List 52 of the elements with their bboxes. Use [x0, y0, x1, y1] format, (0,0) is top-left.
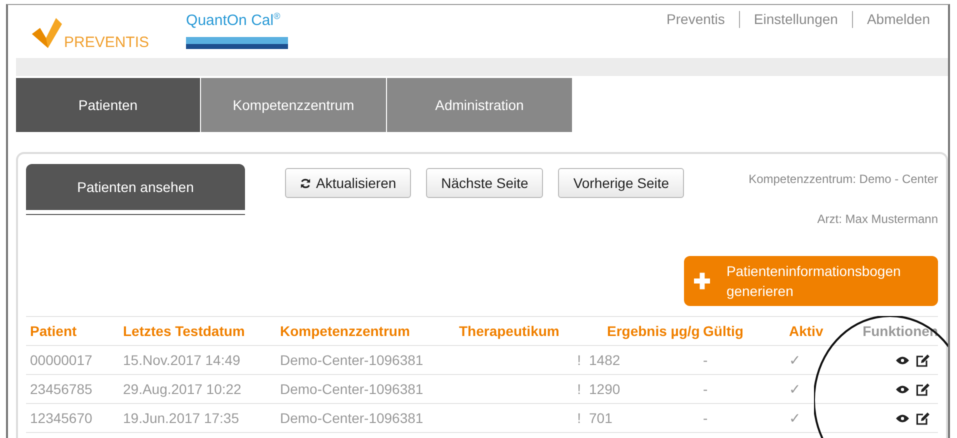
edit-icon[interactable] [916, 412, 930, 424]
refresh-button[interactable]: Aktualisieren [285, 168, 412, 198]
product-name: QuantOn Cal$^{®}$ [186, 11, 282, 29]
column-header: Letztes Testdatum [123, 323, 246, 339]
table-cell-text: 23456785 [30, 381, 94, 397]
page-button[interactable]: Nächste Seite [426, 168, 544, 198]
top-link[interactable]: Einstellungen [740, 11, 852, 27]
table-cell-text: ✓ [789, 410, 802, 426]
warning-mark: ! [577, 381, 581, 397]
view-eye-icon[interactable] [896, 414, 909, 422]
view-eye-icon[interactable] [896, 356, 909, 364]
table-cell-text: ✓ [789, 352, 802, 368]
table-cell-text: Demo-Center-1096381 [280, 410, 424, 426]
column-header: Therapeutikum [459, 323, 560, 339]
column-header: Gültig [703, 323, 744, 339]
nav-tab[interactable]: Administration [387, 78, 572, 132]
page-button[interactable]: Vorherige Seite [558, 168, 684, 198]
column-header: Ergebnis µg/g [606, 323, 701, 339]
table-cell-text: - [703, 410, 709, 426]
top-link[interactable]: Abmelden [852, 11, 944, 27]
warning-mark: ! [577, 352, 581, 368]
generate-button[interactable]: Patienteninformationsbogen generieren [684, 256, 938, 306]
table-cell-text: 12345670 [30, 410, 94, 426]
brand-name: PREVENTIS [64, 34, 150, 51]
view-eye-icon[interactable] [896, 384, 909, 394]
sub-tab[interactable]: Patienten ansehen [26, 164, 245, 210]
edit-icon[interactable] [916, 382, 930, 396]
table-cell-text: 29.Aug.2017 10:22 [123, 381, 242, 397]
top-link[interactable]: Preventis [652, 11, 739, 27]
table-cell-text: 1290 [589, 381, 622, 397]
refresh-icon [300, 178, 311, 188]
table-cell-text: - [703, 352, 709, 368]
edit-icon[interactable] [916, 354, 930, 366]
table-cell-text: 15.Nov.2017 14:49 [123, 352, 242, 368]
table-cell-text: Demo-Center-1096381 [280, 352, 424, 368]
table-cell-text: 19.Jun.2017 17:35 [123, 410, 240, 426]
info-text: Kompetenzzentrum: Demo - Center [748, 172, 938, 186]
table-cell-text: 00000017 [30, 352, 94, 368]
info-text: Arzt: Max Mustermann [817, 212, 938, 226]
checkmark-logo-icon [30, 16, 62, 50]
table-cell-text: 1482 [589, 352, 622, 368]
nav-tab[interactable]: Kompetenzzentrum [201, 78, 386, 132]
column-header: Aktiv [789, 323, 824, 339]
column-header: Patient [30, 323, 78, 339]
plus-icon [694, 271, 710, 291]
nav-tab[interactable]: Patienten [16, 78, 200, 132]
table-cell-text: Demo-Center-1096381 [280, 381, 424, 397]
table-cell-text: ✓ [789, 381, 802, 397]
table-cell-text: 701 [589, 410, 614, 426]
warning-mark: ! [577, 410, 581, 426]
column-header: Kompetenzzentrum [280, 323, 411, 339]
table-cell-text: - [703, 381, 709, 397]
